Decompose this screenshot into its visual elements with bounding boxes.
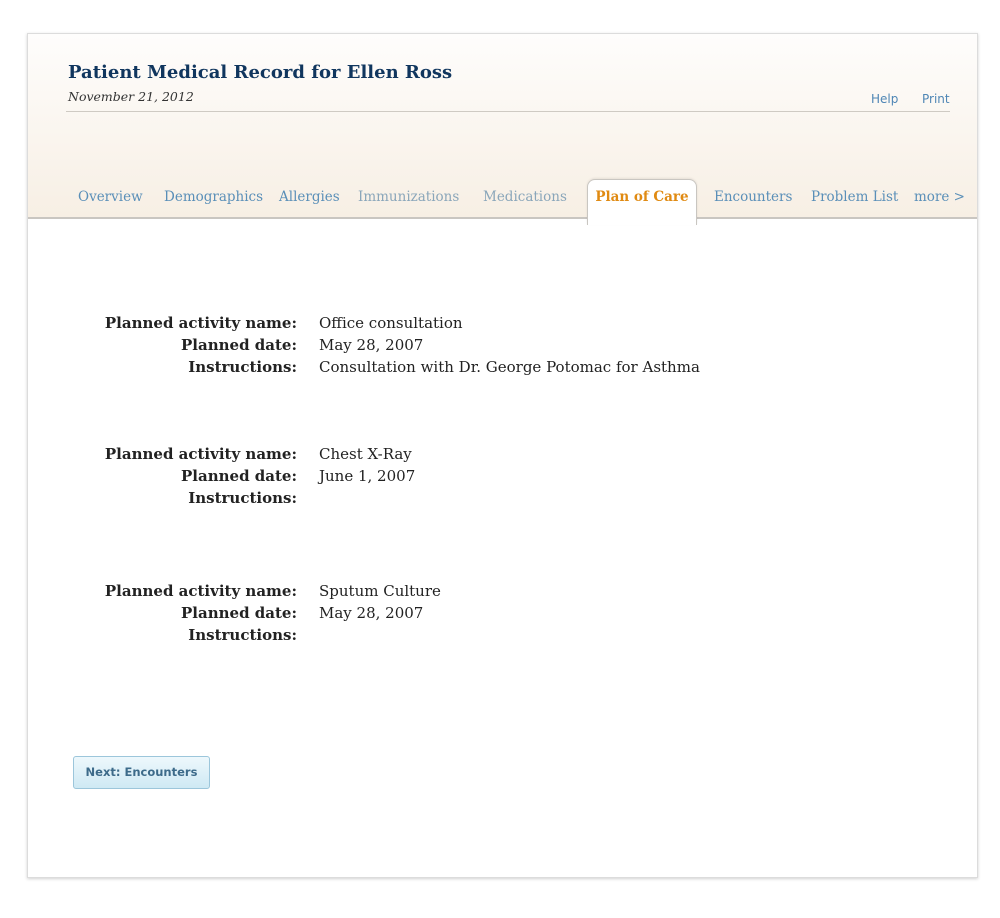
tab-plan-of-care-label: Plan of Care <box>595 189 689 205</box>
tab-more[interactable]: more > <box>914 189 965 205</box>
activity-name-value: Sputum Culture <box>319 582 441 600</box>
help-link[interactable]: Help <box>871 92 898 106</box>
activity-name-label: Planned activity name: <box>104 445 297 463</box>
tab-problem-list[interactable]: Problem List <box>811 189 898 205</box>
tab-encounters[interactable]: Encounters <box>714 189 792 205</box>
record-card: Patient Medical Record for Ellen Ross No… <box>27 33 978 878</box>
instructions-value: Consultation with Dr. George Potomac for… <box>319 358 700 376</box>
planned-date-label: Planned date: <box>181 336 297 354</box>
activity-name-value: Chest X-Ray <box>319 445 412 463</box>
activity-name-label: Planned activity name: <box>104 582 297 600</box>
tab-allergies[interactable]: Allergies <box>279 189 340 205</box>
tab-overview[interactable]: Overview <box>78 189 143 205</box>
activity-name-value: Office consultation <box>319 314 463 332</box>
tab-plan-of-care[interactable]: Plan of Care <box>587 179 697 225</box>
planned-date-value: June 1, 2007 <box>319 467 416 485</box>
header-divider <box>66 111 950 112</box>
instructions-label: Instructions: <box>188 626 297 644</box>
header: Patient Medical Record for Ellen Ross No… <box>28 34 977 225</box>
tab-medications[interactable]: Medications <box>483 189 567 205</box>
planned-date-label: Planned date: <box>181 604 297 622</box>
tab-demographics[interactable]: Demographics <box>164 189 263 205</box>
planned-date-value: May 28, 2007 <box>319 604 424 622</box>
record-date: November 21, 2012 <box>68 89 194 104</box>
print-link[interactable]: Print <box>922 92 950 106</box>
next-encounters-button[interactable]: Next: Encounters <box>73 756 210 789</box>
planned-date-value: May 28, 2007 <box>319 336 424 354</box>
instructions-label: Instructions: <box>188 358 297 376</box>
tab-immunizations[interactable]: Immunizations <box>358 189 459 205</box>
planned-date-label: Planned date: <box>181 467 297 485</box>
tab-bar: Overview Demographics Allergies Immuniza… <box>28 179 977 225</box>
activity-name-label: Planned activity name: <box>104 314 297 332</box>
instructions-label: Instructions: <box>188 489 297 507</box>
page-title: Patient Medical Record for Ellen Ross <box>68 62 453 83</box>
